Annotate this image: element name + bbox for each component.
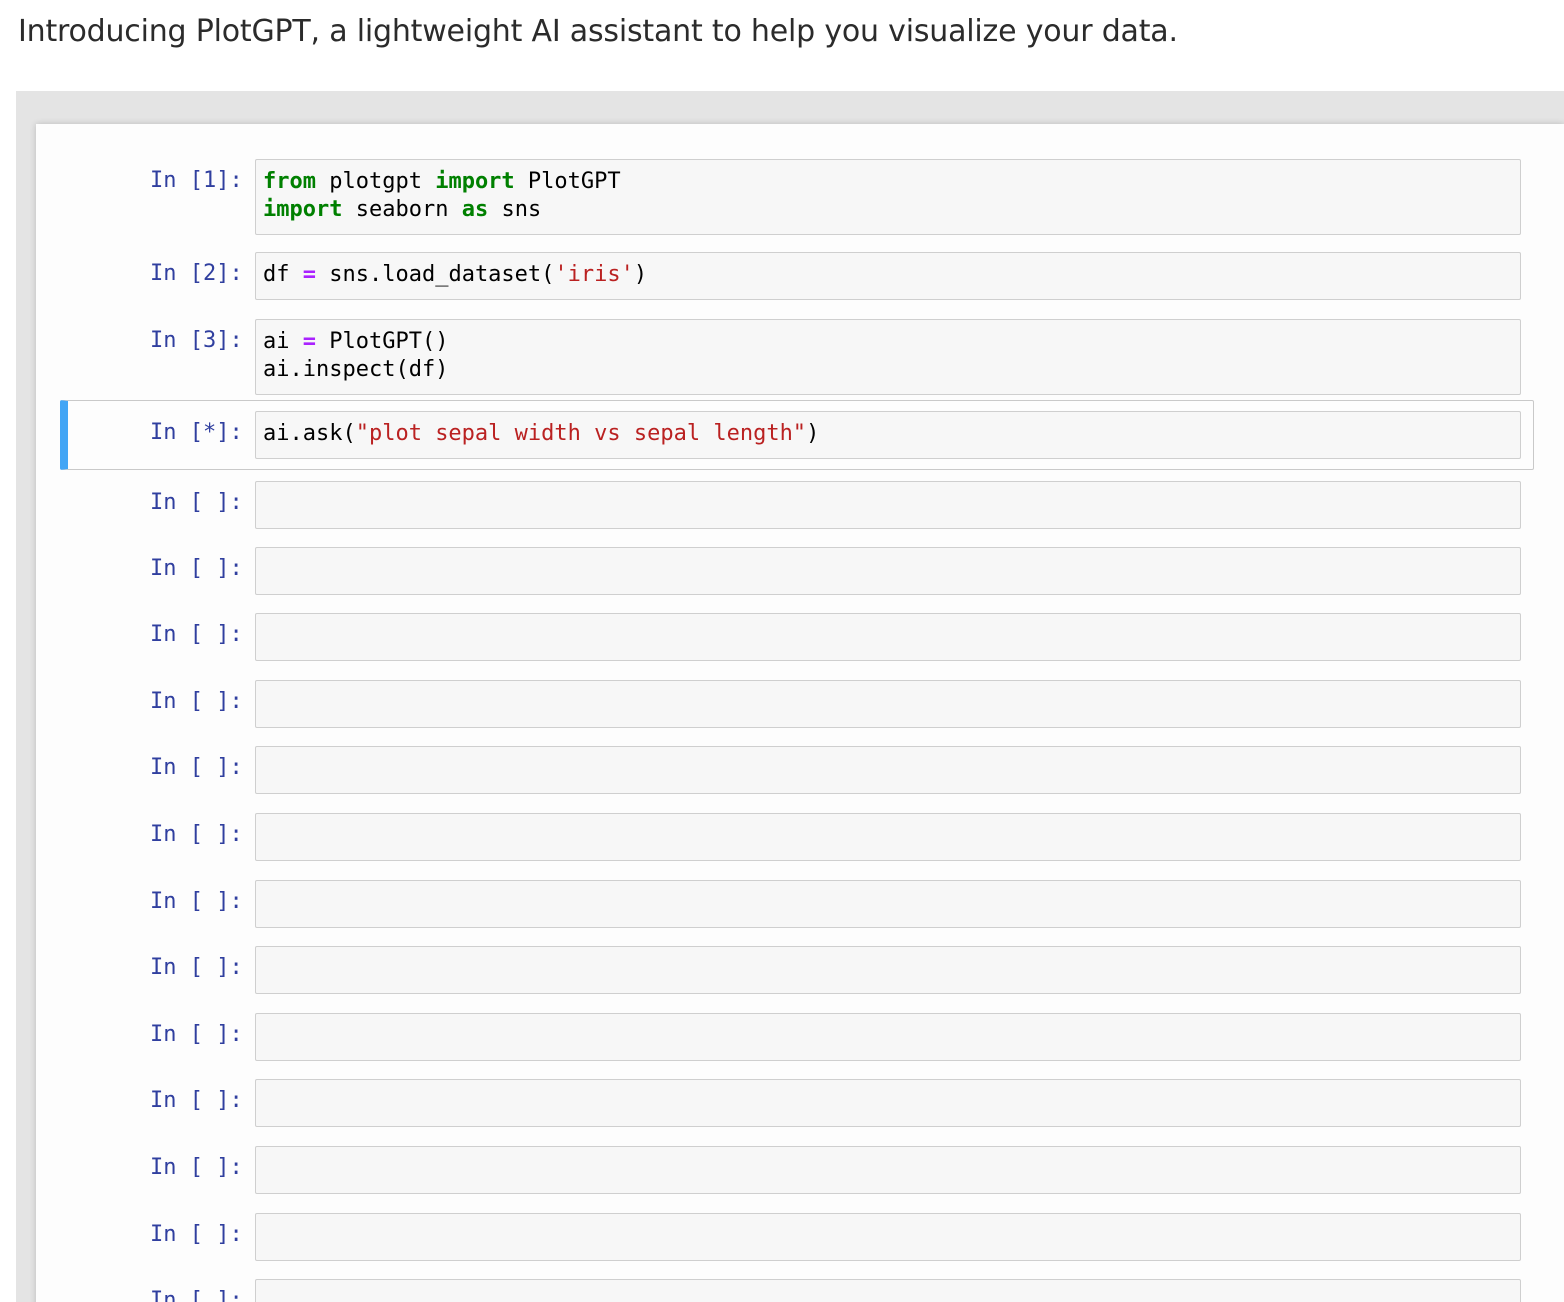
code-token: ai [263, 329, 303, 354]
code-input[interactable] [255, 481, 1521, 529]
notebook-cell[interactable]: In [*]: ai.ask("plot sepal width vs sepal… [60, 400, 1534, 470]
notebook-cell[interactable]: In [ ]: [60, 1279, 1532, 1302]
cell-prompt: In [ ]: [150, 1022, 243, 1047]
code-token: as [461, 197, 489, 222]
cell-prompt: In [1]: [150, 168, 243, 193]
notebook-cell[interactable]: In [ ]: [60, 481, 1532, 529]
cell-prompt: In [ ]: [150, 556, 243, 581]
notebook-cell[interactable]: In [ ]: [60, 746, 1532, 794]
cell-prompt: In [ ]: [150, 490, 243, 515]
code-token: = [302, 262, 316, 287]
code-input[interactable] [255, 1146, 1521, 1194]
code-line: ai = PlotGPT() [263, 329, 448, 354]
code-line: ai.ask("plot sepal width vs sepal length… [263, 421, 819, 446]
notebook-cell[interactable]: In [ ]: [60, 547, 1532, 595]
code-token: from [263, 169, 316, 194]
code-input[interactable]: ai = PlotGPT() ai.inspect(df) [255, 319, 1521, 395]
code-input[interactable] [255, 680, 1521, 728]
code-input[interactable] [255, 1279, 1521, 1302]
cell-prompt: In [ ]: [150, 1222, 243, 1247]
notebook-cell[interactable]: In [1]: from plotgpt import PlotGPT import… [60, 159, 1532, 235]
code-line: df = sns.load_dataset('iris') [263, 262, 647, 287]
code-input[interactable] [255, 813, 1521, 861]
cell-prompt: In [ ]: [150, 755, 243, 780]
code-token: ai.ask( [263, 421, 356, 446]
code-token: ) [806, 421, 820, 446]
notebook-cell[interactable]: In [ ]: [60, 1013, 1532, 1061]
cell-prompt: In [ ]: [150, 1155, 243, 1180]
code-token: df [263, 262, 303, 287]
code-token: import [435, 169, 515, 194]
cell-prompt: In [2]: [150, 261, 243, 286]
code-token: 'iris' [554, 262, 634, 287]
code-token: = [302, 329, 316, 354]
code-line: import seaborn as sns [263, 197, 541, 222]
code-token: plotgpt [315, 169, 436, 194]
code-token: PlotGPT [514, 169, 621, 194]
code-input[interactable]: from plotgpt import PlotGPT import seabor… [255, 159, 1521, 235]
code-line: ai.inspect(df) [263, 357, 448, 382]
code-input[interactable] [255, 1079, 1521, 1127]
code-input[interactable] [255, 547, 1521, 595]
notebook-cell[interactable]: In [2]: df = sns.load_dataset('iris') [60, 252, 1532, 300]
notebook-cell[interactable]: In [ ]: [60, 813, 1532, 861]
notebook-screenshot: In [1]: from plotgpt import PlotGPT import… [16, 91, 1564, 1302]
code-token: PlotGPT() [316, 329, 449, 354]
code-token: ) [633, 262, 648, 287]
code-input[interactable] [255, 880, 1521, 928]
code-line: from plotgpt import PlotGPT [263, 169, 621, 194]
code-input[interactable] [255, 1013, 1521, 1061]
notebook-cell[interactable]: In [ ]: [60, 680, 1532, 728]
notebook-cell[interactable]: In [ ]: [60, 1213, 1532, 1261]
code-token: "plot sepal width vs sepal length" [355, 421, 807, 446]
code-input[interactable] [255, 613, 1521, 661]
cell-prompt: In [ ]: [150, 1288, 243, 1302]
code-input[interactable] [255, 1213, 1521, 1261]
cell-prompt: In [*]: [150, 420, 243, 445]
cell-prompt: In [3]: [150, 328, 243, 353]
notebook-cell[interactable]: In [ ]: [60, 946, 1532, 994]
code-token: sns [488, 197, 542, 222]
cell-prompt: In [ ]: [150, 622, 243, 647]
cell-prompt: In [ ]: [150, 822, 243, 847]
notebook-cell[interactable]: In [ ]: [60, 1146, 1532, 1194]
code-input[interactable] [255, 946, 1521, 994]
notebook-container: In [1]: from plotgpt import PlotGPT import… [36, 124, 1564, 1302]
notebook-cell[interactable]: In [ ]: [60, 880, 1532, 928]
code-token: import [263, 197, 343, 222]
intro-text: Introducing PlotGPT, a lightweight AI as… [18, 14, 1178, 49]
cell-prompt: In [ ]: [150, 889, 243, 914]
code-input[interactable]: ai.ask("plot sepal width vs sepal length… [255, 411, 1521, 459]
code-token: sns.load_dataset( [316, 262, 555, 287]
notebook-cell[interactable]: In [ ]: [60, 613, 1532, 661]
code-input[interactable]: df = sns.load_dataset('iris') [255, 252, 1521, 300]
code-input[interactable] [255, 746, 1521, 794]
cell-prompt: In [ ]: [150, 1088, 243, 1113]
notebook-cell[interactable]: In [ ]: [60, 1079, 1532, 1127]
code-token: seaborn [342, 197, 462, 222]
cell-prompt: In [ ]: [150, 955, 243, 980]
notebook-cell[interactable]: In [3]: ai = PlotGPT() ai.inspect(df) [60, 319, 1532, 395]
code-token: ai.inspect(df) [263, 357, 449, 382]
cell-prompt: In [ ]: [150, 689, 243, 714]
